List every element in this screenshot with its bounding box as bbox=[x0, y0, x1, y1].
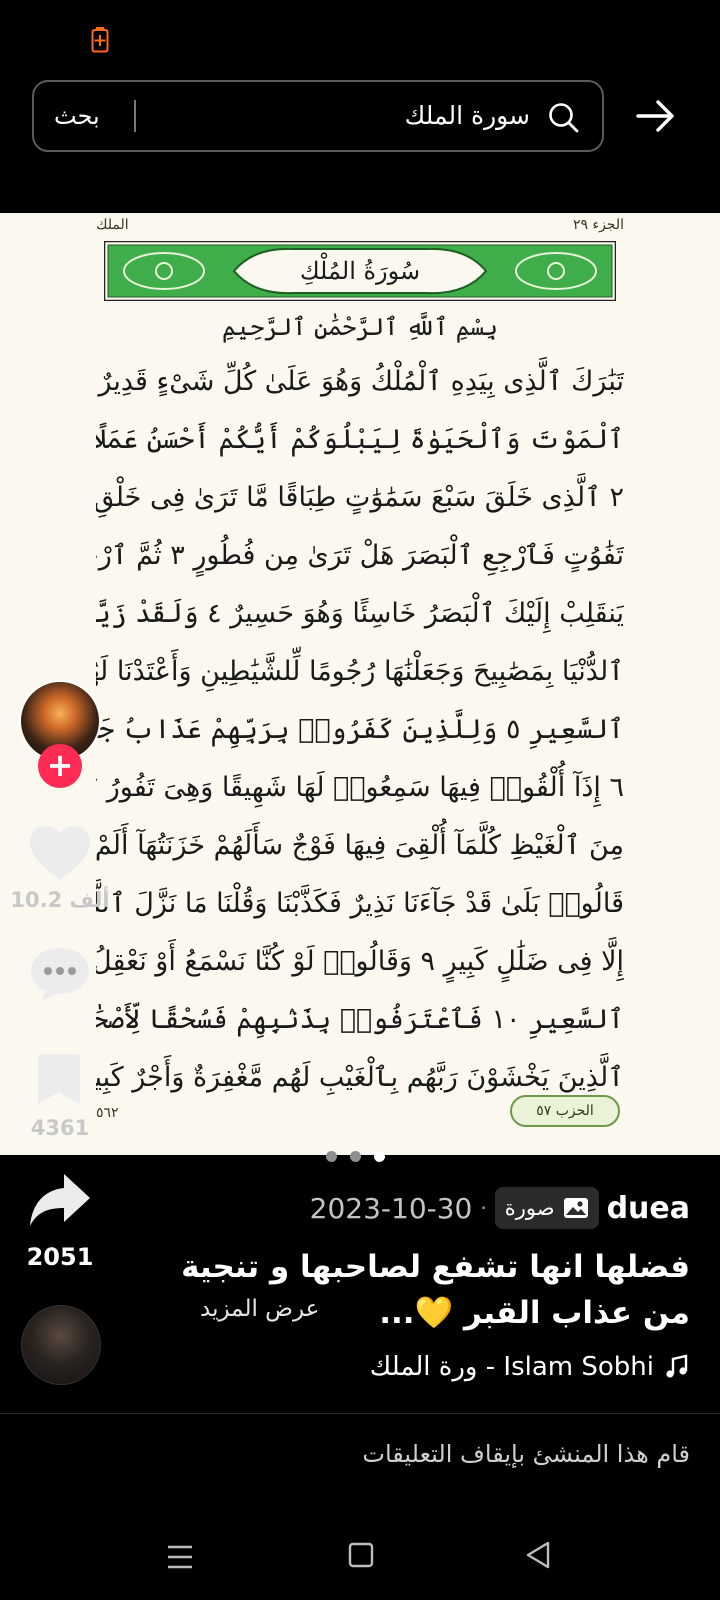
username[interactable]: duea bbox=[607, 1191, 690, 1226]
home-icon[interactable] bbox=[348, 1542, 374, 1568]
follow-button[interactable]: + bbox=[38, 744, 82, 788]
share-count: 2051 bbox=[26, 1243, 94, 1271]
ayah-line: تَبَٰرَكَ ٱلَّذِى بِيَدِهِ ٱلْمُلْكُ وَه… bbox=[96, 366, 624, 397]
back-icon[interactable] bbox=[524, 1540, 552, 1570]
search-icon bbox=[549, 103, 579, 133]
recent-apps-icon[interactable] bbox=[166, 1544, 194, 1570]
ayah-line: ٦ إِذَآ أُلْقُوا۟ فِيهَا سَمِعُوا۟ لَهَا… bbox=[96, 772, 624, 803]
ayah-line: إِلَّا فِى ضَلَٰلٍ كَبِيرٍ ٩ وَقَالُوا۟ … bbox=[96, 946, 624, 977]
system-nav-bar bbox=[0, 1520, 720, 1600]
share-icon[interactable] bbox=[28, 1172, 92, 1230]
comments-disabled-notice: قام هذا المنشئ بإيقاف التعليقات bbox=[362, 1440, 690, 1468]
like-count: 10.2 ألف bbox=[10, 888, 110, 912]
see-more-link[interactable]: عرض المزيد bbox=[200, 1296, 319, 1322]
post-caption[interactable]: فضلها انها تشفع لصاحبها و تنجية من عذاب … bbox=[130, 1244, 690, 1336]
search-box[interactable]: بحث سورة الملك bbox=[32, 80, 604, 152]
surah-title: سُورَةُ المُلْكِ bbox=[299, 257, 421, 285]
surah-banner: سُورَةُ المُلْكِ bbox=[104, 241, 616, 301]
ayah-line: ٱلدُّنْيَا بِمَصَٰبِيحَ وَجَعَلْنَٰهَا ر… bbox=[96, 656, 624, 687]
music-note-icon bbox=[666, 1354, 688, 1378]
author-avatar[interactable] bbox=[21, 1305, 101, 1385]
meta-separator: · bbox=[480, 1196, 487, 1220]
ayah-line: تَفَٰوُتٍ فَٱرْجِعِ ٱلْبَصَرَ هَلْ تَرَى… bbox=[96, 540, 624, 571]
carousel-dot[interactable] bbox=[350, 1151, 361, 1162]
sound-title: ورة الملك - Islam Sobhi bbox=[369, 1352, 654, 1382]
ayah-line: ٱلْمَوْتَ وَٱلْحَيَوٰةَ لِيَبْلُوَكُمْ أ… bbox=[96, 424, 624, 455]
ayah-line: مِنَ ٱلْغَيْظِ كُلَّمَآ أُلْقِىَ فِيهَا … bbox=[96, 830, 624, 861]
carousel-dot[interactable] bbox=[326, 1151, 337, 1162]
caption-line: فضلها انها تشفع لصاحبها و تنجية bbox=[181, 1249, 690, 1285]
hizb-badge: الحزب ٥٧ bbox=[510, 1095, 620, 1127]
divider bbox=[0, 1413, 720, 1414]
search-input[interactable]: سورة الملك bbox=[405, 82, 530, 150]
ayah-lines: تَبَٰرَكَ ٱلَّذِى بِيَدِهِ ٱلْمُلْكُ وَه… bbox=[96, 353, 624, 1107]
ayah-line: يَنقَلِبْ إِلَيْكَ ٱلْبَصَرُ خَاسِئًا وَ… bbox=[96, 598, 624, 629]
search-row: بحث سورة الملك bbox=[0, 80, 720, 152]
heart-icon[interactable] bbox=[28, 824, 92, 882]
post-date: 2023-10-30 bbox=[309, 1191, 473, 1225]
basmala: بِسْمِ ٱللَّهِ ٱلرَّحْمَٰنِ ٱلرَّحِيمِ bbox=[221, 313, 498, 341]
search-submit-button[interactable]: بحث bbox=[54, 82, 100, 150]
bookmark-icon[interactable] bbox=[36, 1052, 82, 1106]
comment-icon[interactable] bbox=[28, 944, 92, 1004]
photo-badge-label: صورة bbox=[504, 1196, 555, 1220]
carousel-dot-active[interactable] bbox=[374, 1151, 385, 1162]
page-header-juz: الجزء ٢٩ bbox=[573, 217, 624, 233]
carousel-dots bbox=[326, 1151, 394, 1163]
status-bar bbox=[0, 0, 720, 70]
image-icon bbox=[563, 1198, 588, 1218]
ayah-line: ٱلسَّعِيرِ ١٠ فَٱعْتَرَفُوا۟ بِذَنۢبِهِم… bbox=[96, 1004, 624, 1035]
sound-row[interactable]: ورة الملك - Islam Sobhi bbox=[370, 1352, 690, 1382]
mushaf-page-image[interactable]: الملك الجزء ٢٩ سُورَةُ المُلْكِ بِسْمِ ٱ… bbox=[0, 213, 720, 1155]
ayah-line: قَالُوا۟ بَلَىٰ قَدْ جَآءَنَا نَذِيرٌ فَ… bbox=[96, 888, 624, 919]
battery-saver-icon bbox=[91, 27, 109, 53]
search-divider bbox=[134, 100, 136, 132]
back-arrow-icon[interactable] bbox=[634, 94, 678, 138]
post-meta: duea صورة · 2023-10-30 bbox=[310, 1186, 690, 1230]
photo-badge: صورة bbox=[494, 1187, 599, 1229]
ayah-line: ٱلسَّعِيرِ ٥ وَلِلَّذِينَ كَفَرُوا۟ بِرَ… bbox=[96, 714, 624, 745]
page-header-surah: الملك bbox=[96, 217, 129, 233]
ayah-line: ٢ ٱلَّذِى خَلَقَ سَبْعَ سَمَٰوَٰتٍ طِبَا… bbox=[96, 482, 624, 513]
bookmark-count: 4361 bbox=[30, 1116, 90, 1140]
